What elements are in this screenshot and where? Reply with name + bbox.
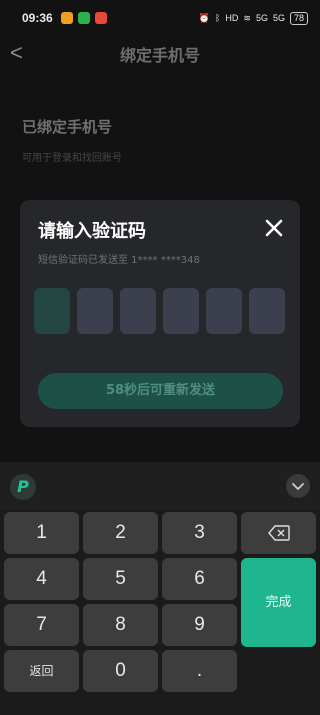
page-title: 绑定手机号 bbox=[119, 46, 200, 65]
key-8[interactable]: 8 bbox=[83, 604, 158, 646]
chevron-down-icon bbox=[292, 483, 304, 490]
key-5[interactable]: 5 bbox=[83, 558, 158, 600]
bound-phone-subtitle: 可用于登录和找回账号 bbox=[22, 153, 122, 164]
verification-dialog: 请输入验证码 短信验证码已发送至 1**** ****348 58秒后可重新发送 bbox=[20, 200, 300, 427]
status-time: 09:36 bbox=[22, 11, 53, 25]
key-9[interactable]: 9 bbox=[162, 604, 237, 646]
return-key[interactable]: 返回 bbox=[4, 650, 79, 692]
key-6[interactable]: 6 bbox=[162, 558, 237, 600]
bluetooth-icon: ᛒ bbox=[215, 13, 221, 23]
backspace-icon bbox=[267, 525, 290, 541]
code-digit-box[interactable] bbox=[206, 288, 242, 334]
close-icon[interactable] bbox=[262, 216, 286, 240]
wechat-icon bbox=[77, 12, 90, 24]
status-bar: 09:36 ⏰ ᛒ HD ≋ 5G 5G 78 bbox=[0, 0, 320, 36]
signal-label: 5G bbox=[272, 13, 285, 23]
notification-app-icon bbox=[60, 12, 73, 24]
battery-indicator: 78 bbox=[289, 11, 308, 25]
back-button[interactable]: < bbox=[10, 40, 23, 66]
numeric-keypad: 1 2 3 4 5 6 完成 7 8 9 返回 0 . bbox=[0, 510, 320, 715]
dialog-title: 请输入验证码 bbox=[38, 221, 146, 242]
backspace-key[interactable] bbox=[241, 512, 316, 554]
hd-label: HD bbox=[225, 13, 239, 23]
keyboard-toolbar: P bbox=[0, 462, 320, 510]
status-right: ⏰ ᛒ HD ≋ 5G 5G 78 bbox=[198, 11, 308, 25]
bound-phone-title: 已绑定手机号 bbox=[22, 118, 113, 136]
signal-label: 5G bbox=[255, 13, 268, 23]
wifi-icon: ≋ bbox=[243, 12, 251, 23]
key-dot[interactable]: . bbox=[162, 650, 237, 692]
code-digit-box[interactable] bbox=[163, 288, 199, 334]
alarm-icon: ⏰ bbox=[198, 12, 210, 23]
keyboard-logo-icon[interactable]: P bbox=[10, 474, 36, 500]
key-4[interactable]: 4 bbox=[4, 558, 79, 600]
key-2[interactable]: 2 bbox=[83, 512, 158, 554]
code-digit-box[interactable] bbox=[249, 288, 285, 334]
key-3[interactable]: 3 bbox=[162, 512, 237, 554]
code-input-group[interactable] bbox=[34, 288, 285, 334]
nav-bar: < 绑定手机号 bbox=[0, 36, 320, 72]
code-digit-box[interactable] bbox=[77, 288, 113, 334]
code-digit-box[interactable] bbox=[34, 288, 70, 334]
key-1[interactable]: 1 bbox=[4, 512, 79, 554]
collapse-keyboard-button[interactable] bbox=[286, 474, 310, 498]
key-0[interactable]: 0 bbox=[83, 650, 158, 692]
sms-sent-text: 短信验证码已发送至 1**** ****348 bbox=[38, 255, 200, 266]
notification-app-icon bbox=[94, 12, 107, 24]
code-digit-box[interactable] bbox=[120, 288, 156, 334]
key-7[interactable]: 7 bbox=[4, 604, 79, 646]
resend-code-button[interactable]: 58秒后可重新发送 bbox=[38, 373, 283, 409]
done-key[interactable]: 完成 bbox=[241, 558, 316, 647]
